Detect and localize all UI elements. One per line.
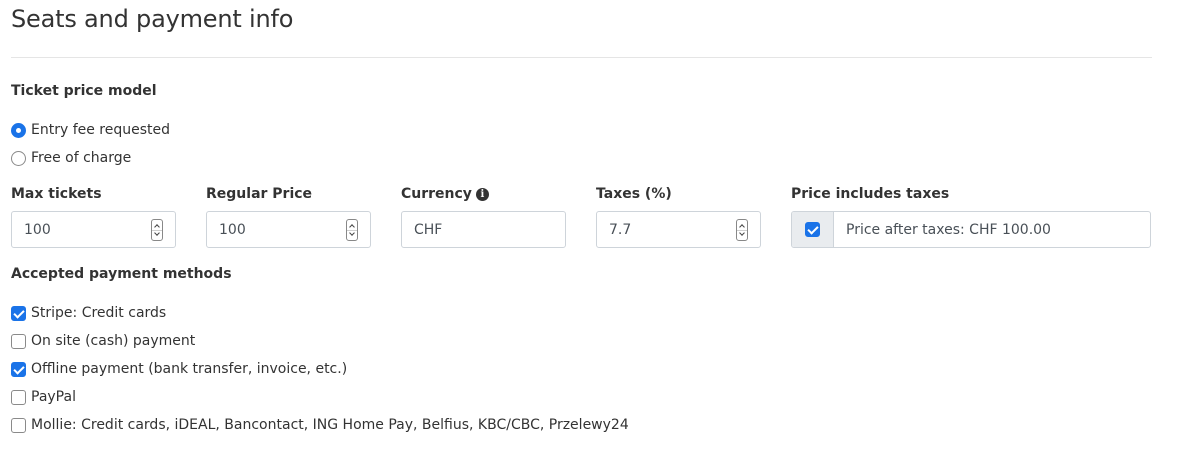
price-includes-taxes-addon <box>792 212 834 247</box>
regular-price-value: 100 <box>219 221 246 238</box>
payment-method-offline-checkbox[interactable] <box>11 361 26 377</box>
section-title: Seats and payment info <box>11 5 294 33</box>
payment-method-onsite-label: On site (cash) payment <box>31 333 196 349</box>
info-icon[interactable]: i <box>475 187 489 201</box>
price-after-taxes-text: Price after taxes: CHF 100.00 <box>846 221 1051 238</box>
payment-method-stripe-checkbox[interactable] <box>11 305 26 321</box>
payment-method-paypal-checkbox[interactable] <box>11 389 26 405</box>
max-tickets-spinner[interactable] <box>151 219 163 241</box>
price-includes-taxes-label: Price includes taxes <box>791 186 950 202</box>
regular-price-input[interactable]: 100 <box>206 211 371 248</box>
payment-method-paypal-label: PayPal <box>31 389 76 405</box>
payment-method-offline[interactable]: Offline payment (bank transfer, invoice,… <box>11 359 347 379</box>
currency-input[interactable]: CHF <box>401 211 566 248</box>
taxes-input[interactable]: 7.7 <box>596 211 761 248</box>
regular-price-spinner[interactable] <box>346 219 358 241</box>
taxes-spinner[interactable] <box>736 219 748 241</box>
ticket-price-model-label: Ticket price model <box>11 83 157 99</box>
radio-free-of-charge-control[interactable] <box>11 150 26 166</box>
section-divider <box>11 57 1152 58</box>
max-tickets-value: 100 <box>24 221 51 238</box>
price-includes-taxes-checkbox[interactable] <box>805 222 820 237</box>
taxes-value: 7.7 <box>609 221 632 238</box>
regular-price-label: Regular Price <box>206 186 313 202</box>
radio-entry-fee-label: Entry fee requested <box>31 122 171 138</box>
payment-method-onsite[interactable]: On site (cash) payment <box>11 331 195 351</box>
payment-methods-label: Accepted payment methods <box>11 266 232 282</box>
radio-free-of-charge-label: Free of charge <box>31 150 132 166</box>
currency-value: CHF <box>414 221 443 238</box>
payment-method-stripe[interactable]: Stripe: Credit cards <box>11 303 166 323</box>
max-tickets-label: Max tickets <box>11 186 102 202</box>
payment-method-paypal[interactable]: PayPal <box>11 387 76 407</box>
payment-method-stripe-label: Stripe: Credit cards <box>31 305 167 321</box>
currency-label: Currency i <box>401 186 489 202</box>
price-includes-taxes-group: Price after taxes: CHF 100.00 <box>791 211 1151 248</box>
radio-entry-fee[interactable]: Entry fee requested <box>11 120 170 140</box>
radio-free-of-charge[interactable]: Free of charge <box>11 148 131 168</box>
currency-label-text: Currency <box>401 186 472 202</box>
max-tickets-input[interactable]: 100 <box>11 211 176 248</box>
payment-method-mollie[interactable]: Mollie: Credit cards, iDEAL, Bancontact,… <box>11 415 629 435</box>
taxes-label: Taxes (%) <box>596 186 672 202</box>
payment-method-offline-label: Offline payment (bank transfer, invoice,… <box>31 361 348 377</box>
payment-method-mollie-label: Mollie: Credit cards, iDEAL, Bancontact,… <box>31 417 629 433</box>
payment-method-onsite-checkbox[interactable] <box>11 333 26 349</box>
payment-method-mollie-checkbox[interactable] <box>11 417 26 433</box>
radio-entry-fee-control[interactable] <box>11 122 26 138</box>
